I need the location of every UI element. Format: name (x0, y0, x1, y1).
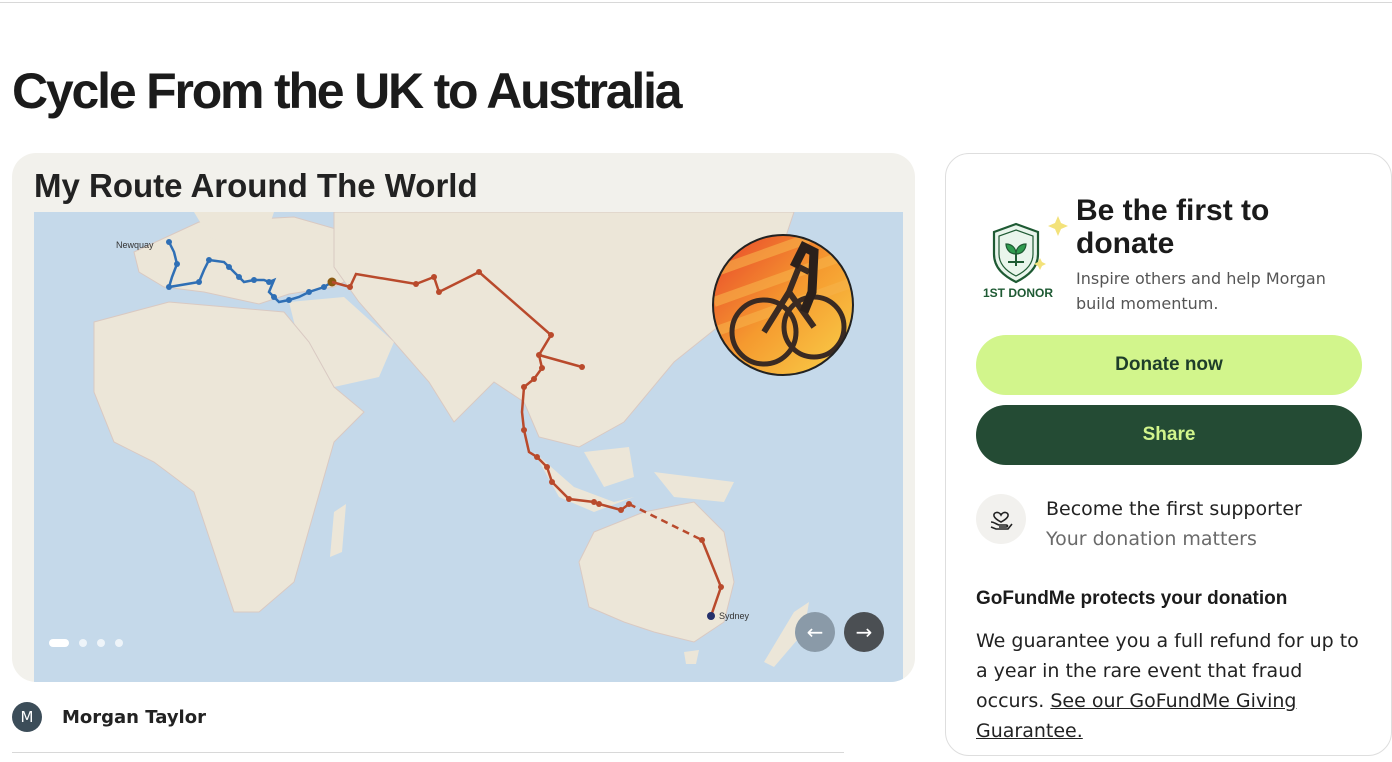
organizer: M Morgan Taylor (12, 702, 206, 732)
arrow-left-icon: ← (806, 620, 824, 644)
donate-button[interactable]: Donate now (976, 335, 1362, 395)
map-label-end: Sydney (719, 611, 750, 621)
media-heading: My Route Around The World (34, 167, 478, 204)
heart-hand-icon (976, 494, 1026, 544)
carousel-dot-3[interactable] (97, 639, 105, 647)
carousel-dot-1[interactable] (49, 639, 69, 647)
organizer-name[interactable]: Morgan Taylor (62, 707, 206, 728)
supporter-title: Become the first supporter (1046, 498, 1302, 520)
badge-label: 1ST DONOR (983, 286, 1054, 300)
map-label-start: Newquay (116, 240, 154, 250)
card-title: Be the first to donate (1076, 194, 1270, 260)
campaign-media-carousel[interactable]: My Route Around The World Newquay Sydney… (12, 153, 915, 682)
arrow-right-icon: → (855, 620, 873, 644)
first-supporter: Become the first supporter Your donation… (976, 494, 1302, 554)
carousel-prev-button[interactable]: ← (795, 612, 835, 652)
carousel-dot-4[interactable] (115, 639, 123, 647)
route-endpoint-sydney (707, 612, 715, 620)
top-divider (0, 2, 1392, 3)
carousel-next-button[interactable]: → (844, 612, 884, 652)
carousel-indicators (49, 639, 123, 647)
protection-title: GoFundMe protects your donation (976, 588, 1288, 609)
carousel-dot-2[interactable] (79, 639, 87, 647)
supporter-subtitle: Your donation matters (1046, 528, 1257, 550)
bottom-divider (12, 752, 844, 753)
page-title: Cycle From the UK to Australia (12, 63, 683, 119)
avatar[interactable]: M (12, 702, 42, 732)
donation-card: 1ST DONOR Be the first to donate Inspire… (945, 153, 1392, 756)
route-map: Newquay Sydney (34, 212, 903, 682)
protection-body: We guarantee you a full refund for up to… (976, 626, 1376, 746)
share-button[interactable]: Share (976, 405, 1362, 465)
card-subtitle: Inspire others and help Morgan build mom… (1076, 269, 1326, 313)
